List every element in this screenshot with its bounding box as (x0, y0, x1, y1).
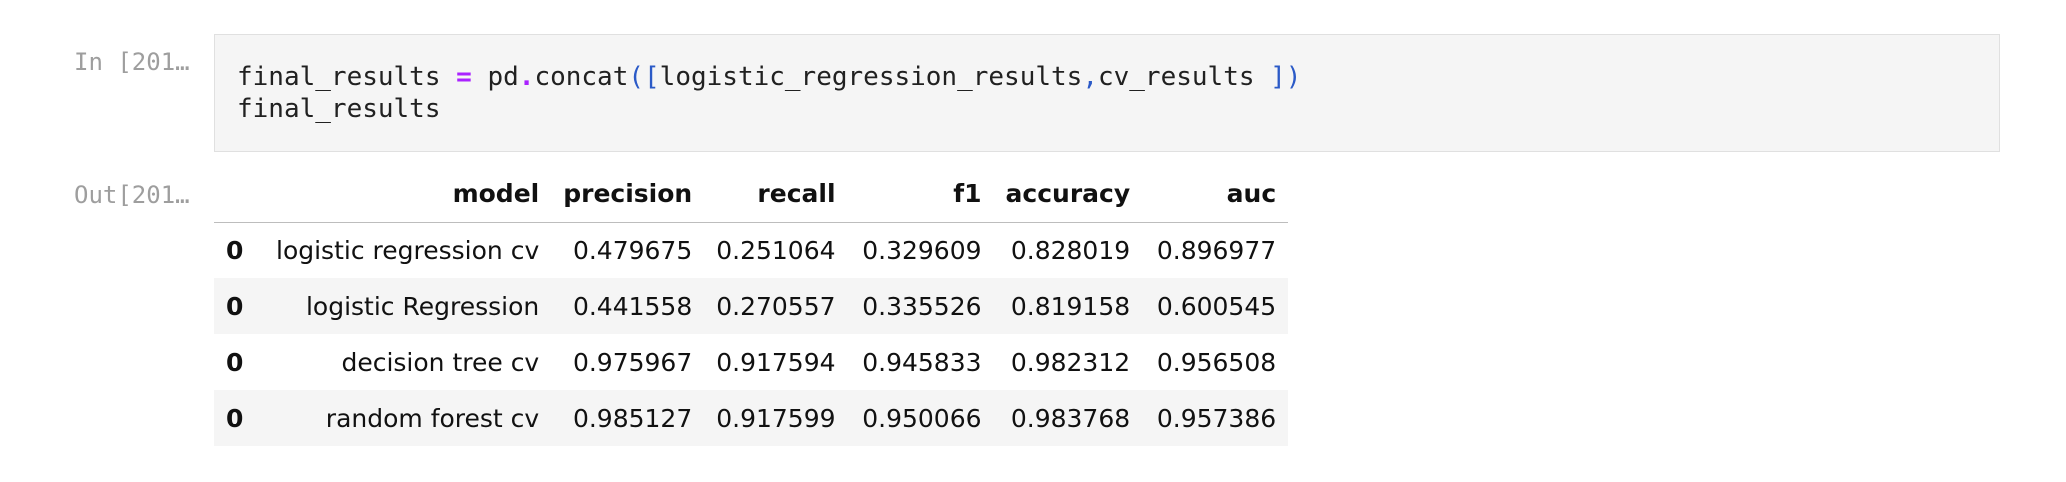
code-token: concat (534, 62, 629, 92)
column-header: accuracy (993, 166, 1143, 223)
cell-accuracy: 0.819158 (1010, 291, 1131, 321)
cell-accuracy: 0.983768 (1010, 403, 1131, 433)
cell-f1: 0.945833 (862, 347, 982, 377)
table-row: 0 logistic regression cv 0.479675 0.2510… (214, 222, 1288, 278)
cell-f1: 0.335526 (862, 291, 982, 321)
cell-auc: 0.896977 (1156, 235, 1277, 265)
cell-model: logistic Regression (305, 291, 540, 321)
row-index: 0 (226, 235, 244, 265)
column-header: recall (704, 166, 848, 223)
cell-precision: 0.441558 (572, 291, 693, 321)
cell-auc: 0.600545 (1156, 291, 1277, 321)
table-row: 0 random forest cv 0.985127 0.917599 0.9… (214, 390, 1289, 446)
cell-auc: 0.957386 (1156, 403, 1277, 433)
code-operator: . (518, 62, 535, 92)
code-punctuation: , (1082, 62, 1098, 92)
cell-accuracy: 0.828019 (1010, 235, 1131, 265)
row-index: 0 (226, 291, 244, 321)
column-header: f1 (847, 166, 994, 223)
column-header: model (264, 166, 552, 223)
cell-precision: 0.975967 (572, 347, 693, 377)
code-operator: = (456, 62, 472, 92)
cell-recall: 0.270557 (716, 291, 836, 321)
cell-f1: 0.329609 (862, 235, 982, 265)
cell-f1: 0.950066 (862, 403, 982, 433)
code-bracket: ]) (1270, 62, 1302, 92)
input-prompt: In [201… (74, 48, 190, 76)
code-bracket: ([ (628, 62, 660, 92)
cell-recall: 0.917594 (716, 347, 836, 377)
cell-accuracy: 0.982312 (1010, 347, 1131, 377)
column-header: precision (551, 166, 705, 223)
code-editor[interactable]: final_results = pd.concat([logistic_regr… (237, 61, 1301, 125)
output-prompt: Out[201… (74, 181, 190, 209)
cell-precision: 0.985127 (572, 403, 693, 433)
row-index: 0 (226, 347, 244, 377)
cell-precision: 0.479675 (572, 235, 693, 265)
row-index: 0 (226, 403, 244, 433)
cell-recall: 0.251064 (716, 235, 836, 265)
table-header-row: model precision recall f1 accuracy auc (214, 166, 1289, 223)
dataframe-table: model precision recall f1 accuracy auc 0… (214, 166, 1289, 446)
code-token: logistic_regression_results (659, 62, 1083, 92)
cell-recall: 0.917599 (716, 403, 836, 433)
output-area: model precision recall f1 accuracy auc 0… (214, 166, 1289, 446)
code-token: pd (471, 62, 519, 92)
table-row: 0 logistic Regression 0.441558 0.270557 … (214, 278, 1289, 334)
code-token: final_results (237, 62, 457, 92)
cell-model: random forest cv (325, 403, 540, 433)
code-line-2: final_results (237, 94, 441, 124)
code-cell[interactable]: final_results = pd.concat([logistic_regr… (214, 34, 2000, 152)
code-token: cv_results (1097, 62, 1271, 92)
index-header (214, 166, 264, 223)
table-row: 0 decision tree cv 0.975967 0.917594 0.9… (214, 334, 1288, 390)
column-header: auc (1142, 166, 1289, 223)
cell-model: decision tree cv (341, 347, 540, 377)
cell-auc: 0.956508 (1156, 347, 1277, 377)
cell-model: logistic regression cv (276, 235, 540, 265)
